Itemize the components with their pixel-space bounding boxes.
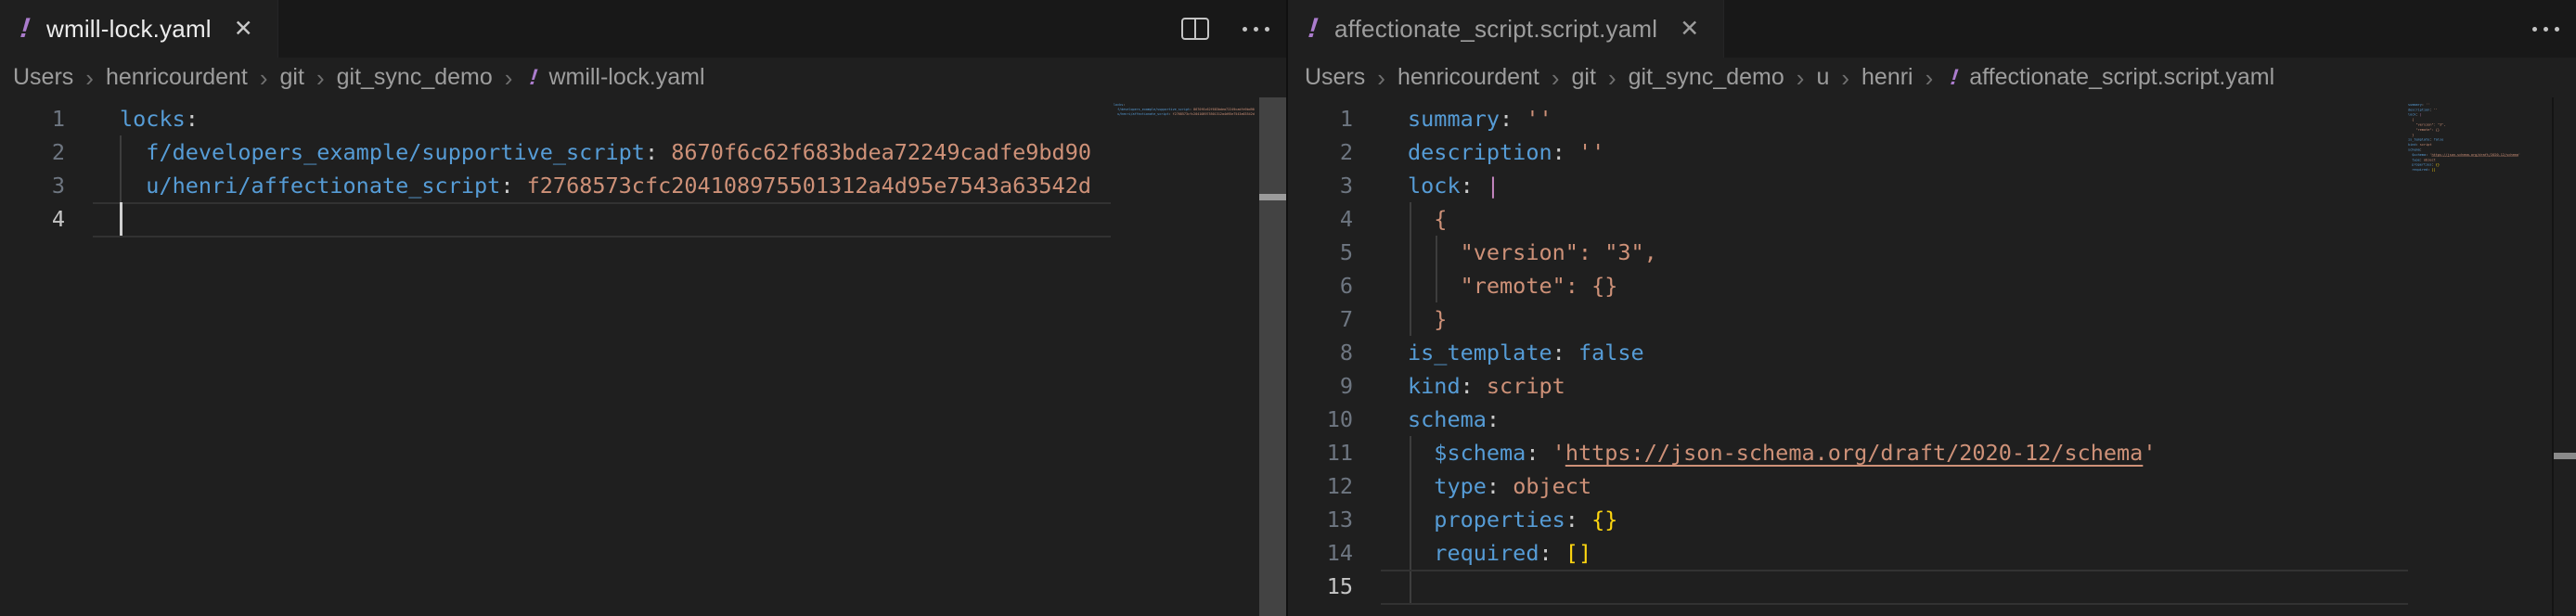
tab-wmill-lock-yaml[interactable]: ! wmill-lock.yaml ✕ [0, 0, 278, 58]
breadcrumb-left[interactable]: Users › henricourdent › git › git_sync_demo ›! w… [0, 58, 1286, 97]
code-line[interactable]: is_template: false [1408, 336, 2408, 369]
close-icon[interactable]: ✕ [234, 18, 253, 41]
breadcrumb-item[interactable]: henricourdent [106, 64, 248, 91]
more-actions-icon[interactable] [2532, 27, 2559, 32]
editor-actions-right [2532, 0, 2559, 58]
code-line[interactable]: required: [] [1408, 536, 2408, 570]
breadcrumb-item[interactable]: henri [1861, 64, 1913, 91]
scrollbar-right[interactable] [2552, 97, 2576, 616]
indent-guide [120, 135, 122, 202]
code-line[interactable]: summary: '' [1408, 102, 2408, 135]
breadcrumb-file[interactable]: affectionate_script.script.yaml [1969, 64, 2274, 91]
code-line[interactable]: "remote": {} [1408, 269, 2408, 302]
code-line[interactable]: type: object [1408, 469, 2408, 503]
overview-cursor-marker [2554, 453, 2576, 459]
text-cursor [120, 202, 122, 236]
chevron-right-icon: › [1552, 66, 1560, 90]
breadcrumb-item[interactable]: git [280, 64, 304, 91]
code-line[interactable]: schema: [1408, 403, 2408, 436]
breadcrumb-item[interactable]: git_sync_demo [337, 64, 493, 91]
indent-guide [1436, 236, 1437, 302]
tab-bar-left: ! wmill-lock.yaml ✕ [0, 0, 1286, 58]
tab-label: wmill-lock.yaml [46, 15, 212, 44]
chevron-right-icon: › [85, 66, 94, 90]
chevron-right-icon: › [505, 66, 513, 90]
overview-cursor-marker [1259, 194, 1286, 200]
code-line[interactable]: kind: script [1408, 369, 2408, 403]
code-right[interactable]: summary: ''description: ''lock: | { "ver… [1288, 102, 2408, 603]
editor-left[interactable]: 1234 locks: f/developers_example/support… [0, 97, 1286, 616]
yaml-file-icon: ! [1307, 15, 1319, 43]
code-line[interactable]: f/developers_example/supportive_script: … [120, 135, 1111, 169]
split-editor-icon[interactable] [1181, 18, 1209, 40]
chevron-right-icon: › [1377, 66, 1385, 90]
breadcrumb-item[interactable]: Users [13, 64, 73, 91]
code-line[interactable]: "version": "3", [1408, 236, 2408, 269]
chevron-right-icon: › [260, 66, 268, 90]
code-line[interactable] [2408, 173, 2428, 177]
more-actions-icon[interactable] [1243, 27, 1269, 32]
breadcrumb-item[interactable]: git_sync_demo [1629, 64, 1784, 91]
chevron-right-icon: › [316, 66, 325, 90]
code-line[interactable]: $schema: 'https://json-schema.org/draft/… [1408, 436, 2408, 469]
code-line[interactable]: locks: [120, 102, 1111, 135]
breadcrumb-item[interactable]: henricourdent [1397, 64, 1539, 91]
code-line[interactable]: lock: | [1408, 169, 2408, 202]
code-line[interactable]: } [1408, 302, 2408, 336]
code-line[interactable]: { [1408, 202, 2408, 236]
close-icon[interactable]: ✕ [1680, 18, 1699, 41]
yaml-file-icon: ! [1950, 67, 1960, 89]
chevron-right-icon: › [1841, 66, 1849, 90]
code-line[interactable] [1114, 117, 1135, 122]
editor-group-right: ! affectionate_script.script.yaml ✕ User… [1286, 0, 2576, 616]
breadcrumb-item[interactable]: Users [1305, 64, 1365, 91]
current-line-highlight [1381, 570, 2408, 605]
minimap-left[interactable]: locks: f/developers_example/supportive_s… [1114, 102, 1259, 616]
breadcrumb-right[interactable]: Users › henricourdent › git › git_sync_demo › u ›… [1288, 58, 2576, 97]
tab-affectionate-script-yaml[interactable]: ! affectionate_script.script.yaml ✕ [1288, 0, 1724, 58]
chevron-right-icon: › [1926, 66, 1934, 90]
chevron-right-icon: › [1797, 66, 1805, 90]
breadcrumb-item[interactable]: git [1572, 64, 1596, 91]
tab-bar-right: ! affectionate_script.script.yaml ✕ [1288, 0, 2576, 58]
editor-group-left: ! wmill-lock.yaml ✕ Users › henricourdent ›… [0, 0, 1286, 616]
editor-actions-left [1181, 0, 1269, 58]
indent-guide [1410, 202, 1411, 336]
scrollbar-left[interactable] [1259, 97, 1286, 616]
code-line[interactable]: u/henri/affectionate_script: f2768573cfc… [120, 169, 1111, 202]
vscode-editor-area: ! wmill-lock.yaml ✕ Users › henricourdent ›… [0, 0, 2576, 616]
yaml-file-icon: ! [529, 67, 539, 89]
code-line[interactable]: required: [] [2408, 167, 2428, 172]
minimap-content: summary: ''description: ''lock: | { "ver… [2408, 102, 2428, 177]
chevron-right-icon: › [1608, 66, 1616, 90]
code-line[interactable]: u/henri/affectionate_script: f2768573cfc… [1114, 111, 1135, 116]
minimap-right[interactable]: summary: ''description: ''lock: | { "ver… [2408, 102, 2539, 616]
minimap-content: locks: f/developers_example/supportive_s… [1114, 102, 1135, 122]
yaml-file-icon: ! [19, 15, 31, 43]
current-line-highlight [93, 202, 1111, 237]
code-line[interactable]: properties: {} [1408, 503, 2408, 536]
editor-right[interactable]: 123456789101112131415 summary: ''descrip… [1288, 97, 2576, 616]
breadcrumb-file[interactable]: wmill-lock.yaml [548, 64, 704, 91]
code-line[interactable]: description: '' [1408, 135, 2408, 169]
breadcrumb-item[interactable]: u [1816, 64, 1829, 91]
tab-label: affectionate_script.script.yaml [1334, 15, 1657, 44]
